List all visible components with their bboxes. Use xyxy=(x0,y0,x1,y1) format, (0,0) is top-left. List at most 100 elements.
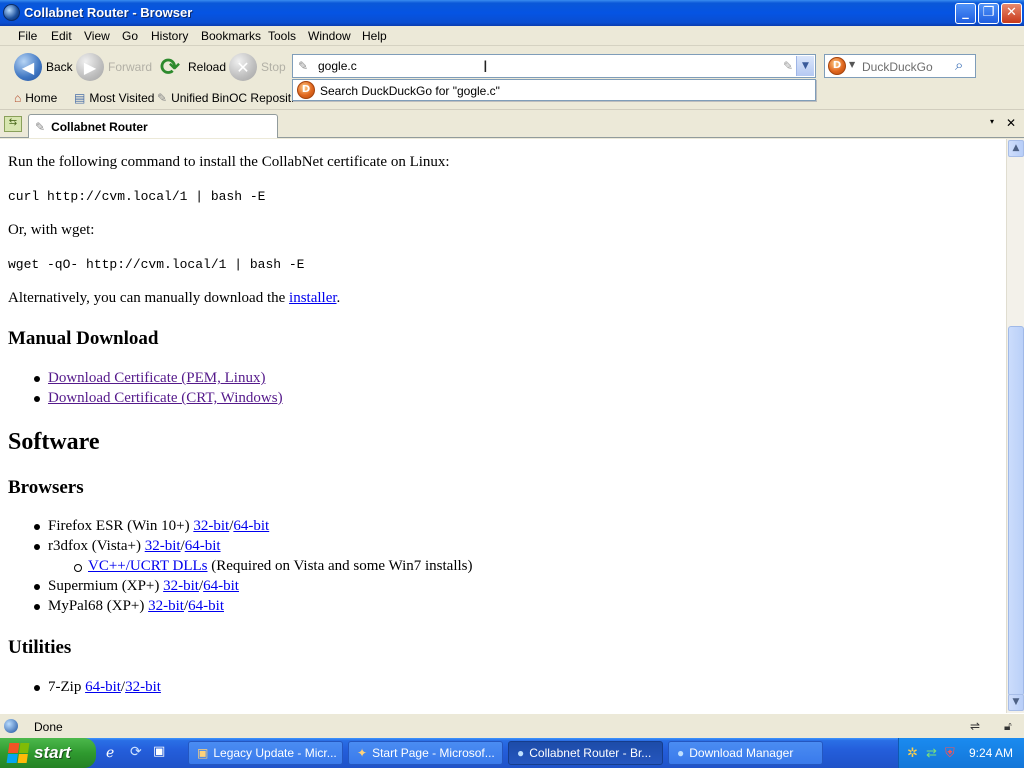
menu-file[interactable]: File xyxy=(18,29,37,43)
alternative-text: Alternatively, you can manually download… xyxy=(8,290,340,307)
taskbar-item-collabnet-router[interactable]: ● Collabnet Router - Br... xyxy=(508,741,663,765)
bookmark-page-icon: ✎ xyxy=(157,91,168,105)
utilities-heading: Utilities xyxy=(8,637,72,658)
url-bar[interactable]: ✎ gogle.c I ✎ ▼ xyxy=(292,54,816,78)
engine-dropdown-icon[interactable]: ▼ xyxy=(849,60,855,69)
browser-logo-icon xyxy=(3,4,20,21)
bookmark-binoc[interactable]: ✎ Unified BinOC Reposit... xyxy=(157,91,301,105)
vc-ucrt-link[interactable]: VC++/UCRT DLLs xyxy=(88,558,208,574)
firefox-32bit-link[interactable]: 32-bit xyxy=(193,518,229,534)
menu-tools[interactable]: Tools xyxy=(268,29,296,43)
system-tray: ✲ ⇄ ⛨ 9:24 AM xyxy=(898,738,1024,768)
back-label: Back xyxy=(46,60,73,74)
tab-favicon-icon: ✎ xyxy=(35,119,46,134)
bookmark-most-visited[interactable]: ▤ Most Visited xyxy=(74,91,154,105)
alternative-text-suffix: . xyxy=(336,290,341,306)
scroll-up-icon[interactable]: ▲ xyxy=(1008,140,1024,157)
tab-collabnet-router[interactable]: ✎ Collabnet Router xyxy=(28,114,278,138)
reload-button[interactable]: ⟳ Reload xyxy=(156,51,226,83)
vertical-scrollbar[interactable]: ▲ ▼ xyxy=(1006,139,1024,713)
task-label: Download Manager xyxy=(689,746,794,760)
quicklaunch-desktop-icon[interactable]: ▣ xyxy=(153,744,165,759)
list-item: MyPal68 (XP+) 32-bit/64-bit xyxy=(34,598,224,615)
quicklaunch-ie-icon[interactable]: ℯ xyxy=(106,745,114,761)
scroll-down-icon[interactable]: ▼ xyxy=(1008,694,1024,711)
bookmark-most-visited-label: Most Visited xyxy=(89,91,155,105)
menu-help[interactable]: Help xyxy=(362,29,387,43)
7zip-32bit-link[interactable]: 32-bit xyxy=(125,679,161,695)
vc-note: (Required on Vista and some Win7 install… xyxy=(211,558,473,574)
tray-network-icon[interactable]: ⇄ xyxy=(926,745,937,761)
supermium-32bit-link[interactable]: 32-bit xyxy=(163,578,199,594)
menu-bar: File Edit View Go History Bookmarks Tool… xyxy=(0,26,1024,46)
quicklaunch-ie2-icon[interactable]: ⟳ xyxy=(130,744,142,760)
start-button[interactable]: start xyxy=(0,738,96,768)
new-tab-icon[interactable]: ⇆ xyxy=(4,116,22,132)
window-title: Collabnet Router - Browser xyxy=(24,5,193,20)
folder-icon: ▤ xyxy=(74,91,86,105)
back-button[interactable]: ◀ Back xyxy=(14,51,73,83)
minimize-button[interactable]: _ xyxy=(955,3,976,24)
bookmark-binoc-label: Unified BinOC Reposit... xyxy=(171,91,302,105)
taskbar-item-download-manager[interactable]: ● Download Manager xyxy=(668,741,823,765)
autocomplete-item[interactable]: Search DuckDuckGo for "gogle.c" xyxy=(320,84,500,98)
mypal-32bit-link[interactable]: 32-bit xyxy=(148,598,184,614)
list-item: Download Certificate (PEM, Linux) xyxy=(33,370,265,387)
taskbar-item-legacy-update[interactable]: ▣ Legacy Update - Micr... xyxy=(188,741,343,765)
connection-icon: ⇌ xyxy=(970,719,981,733)
close-button[interactable]: ✕ xyxy=(1001,3,1022,24)
firefox-64bit-link[interactable]: 64-bit xyxy=(233,518,269,534)
menu-window[interactable]: Window xyxy=(308,29,351,43)
supermium-64bit-link[interactable]: 64-bit xyxy=(203,578,239,594)
stop-button[interactable]: ✕ Stop xyxy=(229,51,286,83)
page-favicon-icon: ✎ xyxy=(298,59,309,73)
forward-button[interactable]: ▶ Forward xyxy=(76,51,152,83)
bookmark-star-icon[interactable]: ✎ xyxy=(783,59,793,73)
task-label: Legacy Update - Micr... xyxy=(213,746,337,760)
download-crt-link[interactable]: Download Certificate (CRT, Windows) xyxy=(48,390,283,406)
page-content: Run the following command to install the… xyxy=(0,139,1006,713)
clock[interactable]: 9:24 AM xyxy=(969,746,1013,760)
tray-security-shield-icon[interactable]: ⛨ xyxy=(945,745,955,761)
ie-window-icon: ▣ xyxy=(197,746,209,760)
menu-edit[interactable]: Edit xyxy=(51,29,72,43)
close-tab-icon[interactable]: ✕ xyxy=(1006,116,1016,130)
search-input[interactable]: DuckDuckGo xyxy=(862,60,933,74)
stop-icon: ✕ xyxy=(229,53,257,81)
menu-history[interactable]: History xyxy=(151,29,188,43)
search-bar[interactable]: D ▼ DuckDuckGo ⌕ xyxy=(824,54,976,78)
browser-window-icon: ● xyxy=(517,746,525,760)
duckduckgo-suggestion-icon: D xyxy=(297,81,315,99)
tab-list-icon[interactable]: ▾ xyxy=(990,117,994,126)
list-item: Supermium (XP+) 32-bit/64-bit xyxy=(34,578,239,595)
back-arrow-icon: ◀ xyxy=(14,53,42,81)
security-lock-icon[interactable]: 🔓︎ xyxy=(1004,719,1012,734)
download-pem-link[interactable]: Download Certificate (PEM, Linux) xyxy=(48,370,265,386)
menu-bookmarks[interactable]: Bookmarks xyxy=(201,29,261,43)
scrollbar-thumb[interactable] xyxy=(1008,326,1024,696)
search-go-icon[interactable]: ⌕ xyxy=(955,56,963,74)
reload-icon: ⟳ xyxy=(159,53,181,81)
manual-download-heading: Manual Download xyxy=(8,328,159,349)
start-label: start xyxy=(34,743,71,762)
text-cursor-icon: I xyxy=(483,57,488,76)
list-item: Firefox ESR (Win 10+) 32-bit/64-bit xyxy=(33,518,269,535)
duckduckgo-icon[interactable]: D xyxy=(828,57,846,75)
title-bar[interactable]: Collabnet Router - Browser _ ❐ ✕ xyxy=(0,0,1024,26)
installer-link[interactable]: installer xyxy=(289,290,337,306)
maximize-button[interactable]: ❐ xyxy=(978,3,999,24)
url-history-dropdown[interactable]: ▼ xyxy=(796,56,814,76)
bookmark-home[interactable]: ⌂ Home xyxy=(14,91,57,105)
7zip-64bit-link[interactable]: 64-bit xyxy=(85,679,121,695)
r3dfox-64bit-link[interactable]: 64-bit xyxy=(185,538,221,554)
reload-label: Reload xyxy=(188,60,227,74)
wget-command: wget -qO- http://cvm.local/1 | bash -E xyxy=(8,257,305,272)
menu-view[interactable]: View xyxy=(84,29,110,43)
tray-app-icon[interactable]: ✲ xyxy=(907,745,918,761)
menu-go[interactable]: Go xyxy=(122,29,138,43)
url-input[interactable]: gogle.c xyxy=(318,59,357,73)
taskbar-item-start-page[interactable]: ✦ Start Page - Microsof... xyxy=(348,741,503,765)
mypal-64bit-link[interactable]: 64-bit xyxy=(188,598,224,614)
ie-window-icon: ✦ xyxy=(357,746,368,760)
r3dfox-32bit-link[interactable]: 32-bit xyxy=(145,538,181,554)
